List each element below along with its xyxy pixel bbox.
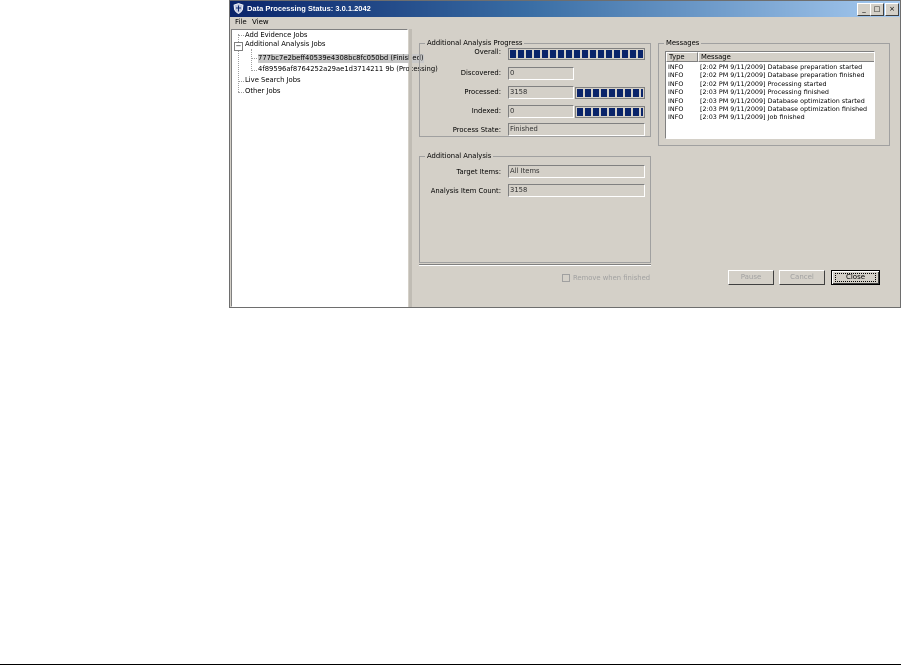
tree-node-live-search-jobs[interactable]: Live Search Jobs xyxy=(245,76,301,85)
messages-group-title: Messages xyxy=(664,39,702,47)
message-type: INFO xyxy=(668,71,684,80)
overall-progress-fill xyxy=(510,50,643,58)
message-text: [2:02 PM 9/11/2009] Processing started xyxy=(700,79,827,88)
message-type: INFO xyxy=(668,88,684,97)
analysis-item-count-field: 3158 xyxy=(508,184,645,197)
message-text: [2:02 PM 9/11/2009] Database preparation… xyxy=(700,71,865,80)
remove-when-finished-checkbox[interactable] xyxy=(562,274,570,282)
message-text: [2:03 PM 9/11/2009] Processing finished xyxy=(700,88,829,97)
remove-when-finished-label: Remove when finished xyxy=(573,274,651,282)
message-row[interactable]: INFO [2:02 PM 9/11/2009] Processing start… xyxy=(666,80,874,88)
progress-group: Additional Analysis Progress Overall: Di… xyxy=(419,39,651,137)
cancel-button[interactable]: Cancel xyxy=(779,270,825,285)
process-state-label: Process State: xyxy=(452,126,501,134)
message-row[interactable]: INFO [2:02 PM 9/11/2009] Database prepara… xyxy=(666,71,874,79)
processed-label: Processed: xyxy=(464,88,501,96)
discovered-field: 0 xyxy=(508,67,574,80)
column-header-type[interactable]: Type xyxy=(666,52,698,62)
message-type: INFO xyxy=(668,96,684,105)
tree-line xyxy=(238,92,244,93)
message-type: INFO xyxy=(668,113,684,122)
separator xyxy=(419,264,651,266)
menu-bar: File View xyxy=(230,17,900,28)
indexed-progress-bar xyxy=(575,106,645,118)
tree-node-additional-analysis-jobs[interactable]: Additional Analysis Jobs xyxy=(245,40,325,49)
target-items-field: All Items xyxy=(508,165,645,178)
message-row[interactable]: INFO [2:02 PM 9/11/2009] Database prepara… xyxy=(666,63,874,71)
processed-progress-bar xyxy=(575,87,645,99)
message-row[interactable]: INFO [2:03 PM 9/11/2009] Processing finis… xyxy=(666,88,874,96)
discovered-label: Discovered: xyxy=(460,69,501,77)
tree-line xyxy=(251,70,257,71)
target-items-label: Target Items: xyxy=(456,168,502,176)
message-row[interactable]: INFO [2:03 PM 9/11/2009] Job finished xyxy=(666,113,874,121)
messages-group: Messages Type Message INFO [2:02 PM 9/11/… xyxy=(658,39,890,146)
pause-button[interactable]: Pause xyxy=(728,270,774,285)
analysis-item-count-label: Analysis Item Count: xyxy=(430,187,501,195)
close-window-button[interactable]: × xyxy=(885,3,899,16)
message-type: INFO xyxy=(668,79,684,88)
tree-line xyxy=(238,35,244,36)
message-text: [2:03 PM 9/11/2009] Database optimizatio… xyxy=(700,96,865,105)
collapse-icon[interactable]: − xyxy=(234,42,243,51)
window-title: Data Processing Status: 3.0.1.2042 xyxy=(247,4,371,13)
close-button[interactable]: Close xyxy=(831,270,880,285)
jobs-tree[interactable]: Add Evidence Jobs − Additional Analysis … xyxy=(231,29,438,307)
message-text: [2:02 PM 9/11/2009] Database preparation… xyxy=(700,63,863,71)
messages-list[interactable]: Type Message INFO [2:02 PM 9/11/2009] Dat… xyxy=(665,51,875,139)
menu-view[interactable]: View xyxy=(252,18,269,26)
page-footer-rule xyxy=(0,664,901,665)
minimize-button[interactable]: _ xyxy=(857,3,871,16)
message-row[interactable]: INFO [2:03 PM 9/11/2009] Database optimiz… xyxy=(666,105,874,113)
analysis-group-title: Additional Analysis xyxy=(425,152,494,160)
processed-field: 3158 xyxy=(508,86,574,99)
overall-progress-bar xyxy=(508,48,645,60)
indexed-progress-fill xyxy=(577,108,643,116)
message-text: [2:03 PM 9/11/2009] Job finished xyxy=(700,113,805,122)
data-processing-status-window: Data Processing Status: 3.0.1.2042 _ □ ×… xyxy=(229,0,901,308)
message-row[interactable]: INFO [2:03 PM 9/11/2009] Database optimiz… xyxy=(666,97,874,105)
app-shield-icon xyxy=(233,3,244,14)
analysis-group: Additional Analysis Target Items: All It… xyxy=(419,152,651,263)
processed-progress-fill xyxy=(577,89,643,97)
message-type: INFO xyxy=(668,63,684,71)
overall-label: Overall: xyxy=(474,48,501,56)
maximize-button[interactable]: □ xyxy=(870,3,884,16)
tree-node-other-jobs[interactable]: Other Jobs xyxy=(245,87,280,96)
message-type: INFO xyxy=(668,105,684,113)
progress-group-title: Additional Analysis Progress xyxy=(425,39,525,47)
message-text: [2:03 PM 9/11/2009] Database optimizatio… xyxy=(700,105,868,113)
splitter-handle[interactable] xyxy=(409,29,412,307)
tree-line xyxy=(238,81,244,82)
close-button-label: Close xyxy=(845,273,866,281)
column-header-message[interactable]: Message xyxy=(698,52,874,62)
indexed-field: 0 xyxy=(508,105,574,118)
process-state-field: Finished xyxy=(508,123,645,136)
indexed-label: Indexed: xyxy=(471,107,501,115)
tree-node-add-evidence-jobs[interactable]: Add Evidence Jobs xyxy=(245,31,307,40)
title-bar[interactable]: Data Processing Status: 3.0.1.2042 _ □ × xyxy=(230,1,900,17)
tree-line xyxy=(251,49,252,71)
tree-line xyxy=(251,58,257,59)
tree-node-job-finished[interactable]: 777bc7e2beff40539e4308bc8fc050bd (Finish… xyxy=(258,54,424,63)
menu-file[interactable]: File xyxy=(235,18,247,26)
